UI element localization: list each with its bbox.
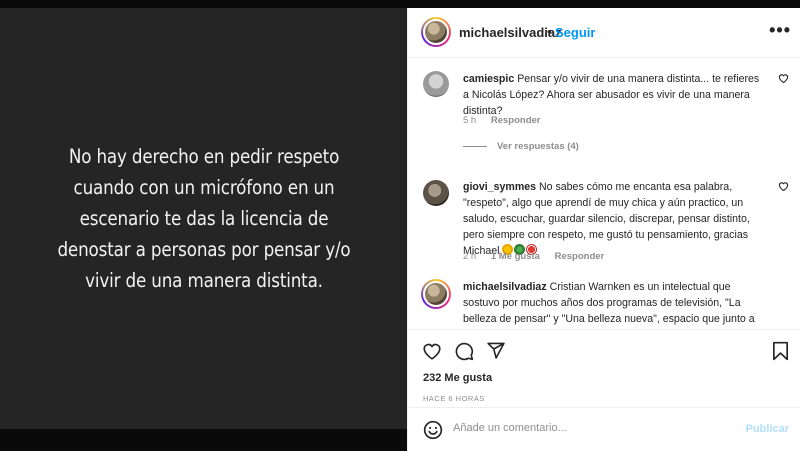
post-time[interactable]: HACE 6 HORAS bbox=[423, 394, 485, 403]
separator-dot: • bbox=[547, 24, 552, 39]
comment-time: 2 h bbox=[463, 251, 477, 262]
follow-button[interactable]: Seguir bbox=[555, 25, 595, 40]
bookmark-icon[interactable] bbox=[772, 341, 789, 361]
post-image-text: No hay derecho en pedir respeto cuando c… bbox=[56, 145, 351, 292]
comment-like-icon[interactable] bbox=[778, 181, 789, 191]
comment-time: 5 h bbox=[463, 115, 477, 126]
comment-body: giovi_symmes No sabes cómo me encanta es… bbox=[463, 179, 768, 259]
instagram-post-view: No hay derecho en pedir respeto cuando c… bbox=[0, 0, 800, 451]
comment-body: camiespic Pensar y/o vivir de una manera… bbox=[463, 71, 768, 119]
post-side-panel: michaelsilvadiaz • Seguir ••• camiespic … bbox=[407, 8, 800, 451]
emoji-icon[interactable] bbox=[423, 420, 443, 440]
comment-meta: 2 h 1 Me gusta Responder bbox=[463, 251, 616, 262]
comment-input[interactable] bbox=[453, 422, 733, 434]
comment-username[interactable]: michaelsilvadiaz bbox=[463, 281, 547, 293]
comment-like-icon[interactable] bbox=[778, 73, 789, 83]
avatar[interactable] bbox=[421, 17, 451, 47]
publish-button[interactable]: Publicar bbox=[746, 423, 789, 435]
comments-list: camiespic Pensar y/o vivir de una manera… bbox=[408, 59, 800, 329]
post-image[interactable]: No hay derecho en pedir respeto cuando c… bbox=[0, 8, 407, 429]
add-comment-bar: Publicar bbox=[408, 407, 800, 451]
post-header: michaelsilvadiaz • Seguir ••• bbox=[408, 8, 800, 58]
reply-button[interactable]: Responder bbox=[555, 251, 605, 262]
comment-meta: 5 h Responder bbox=[463, 115, 552, 126]
comment-likes[interactable]: 1 Me gusta bbox=[491, 251, 540, 262]
view-replies-label: Ver respuestas (4) bbox=[497, 141, 579, 152]
replies-line bbox=[463, 146, 487, 147]
comment-avatar[interactable] bbox=[421, 279, 451, 309]
comment-avatar[interactable] bbox=[423, 180, 449, 206]
view-replies-button[interactable]: Ver respuestas (4) bbox=[463, 141, 579, 152]
likes-count[interactable]: 232 Me gusta bbox=[423, 372, 492, 384]
reply-button[interactable]: Responder bbox=[491, 115, 541, 126]
comment-username[interactable]: giovi_symmes bbox=[463, 181, 536, 193]
share-icon[interactable] bbox=[486, 341, 506, 360]
heart-icon[interactable] bbox=[422, 342, 442, 360]
comment-username[interactable]: camiespic bbox=[463, 73, 514, 85]
bottom-overlay-strip bbox=[0, 429, 407, 451]
comment-avatar[interactable] bbox=[423, 71, 449, 97]
comment-icon[interactable] bbox=[454, 341, 474, 361]
comment-body: michaelsilvadiaz Cristian Warnken es un … bbox=[463, 279, 768, 327]
more-horizontal-icon[interactable]: ••• bbox=[769, 20, 791, 41]
top-overlay-strip bbox=[0, 0, 800, 8]
